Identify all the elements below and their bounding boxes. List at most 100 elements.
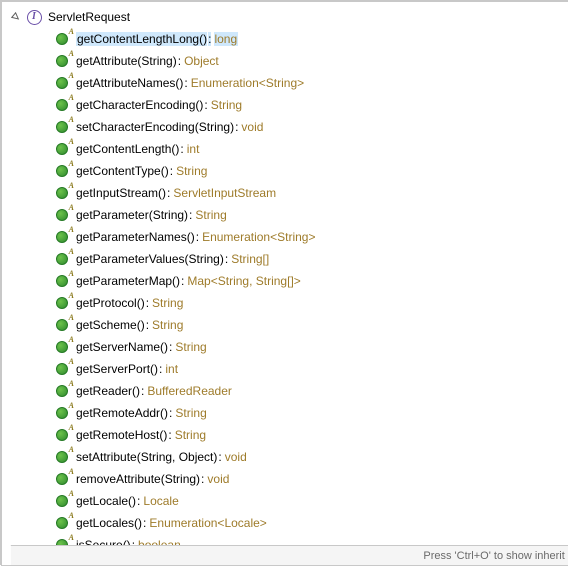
abstract-badge-icon: A [69, 512, 74, 520]
method-icon: A [54, 405, 70, 421]
type-separator: : [196, 230, 199, 244]
abstract-badge-icon: A [69, 94, 74, 102]
abstract-badge-icon: A [69, 380, 74, 388]
method-icon: A [54, 273, 70, 289]
return-type: void [207, 472, 229, 486]
return-type: String[] [231, 252, 269, 266]
type-separator: : [167, 186, 170, 200]
expand-toggle-icon[interactable] [10, 11, 22, 23]
outline-tree[interactable]: ServletRequest AgetContentLengthLong():l… [2, 2, 568, 556]
tree-method-node[interactable]: AgetInputStream():ServletInputStream [10, 182, 568, 204]
type-separator: : [235, 120, 238, 134]
tree-method-node[interactable]: AgetLocales():Enumeration<Locale> [10, 512, 568, 534]
type-separator: : [159, 362, 162, 376]
type-separator: : [181, 274, 184, 288]
return-type: void [241, 120, 263, 134]
return-type: String [195, 208, 226, 222]
status-hint: Press 'Ctrl+O' to show inherit [423, 550, 564, 562]
tree-method-node[interactable]: AgetAttributeNames():Enumeration<String> [10, 72, 568, 94]
tree-method-node[interactable]: AgetServerName():String [10, 336, 568, 358]
method-signature: getParameterMap() [76, 274, 180, 288]
method-icon: A [54, 185, 70, 201]
return-type: void [225, 450, 247, 464]
abstract-badge-icon: A [69, 28, 74, 36]
tree-method-node[interactable]: AsetCharacterEncoding(String):void [10, 116, 568, 138]
tree-method-node[interactable]: AgetProtocol():String [10, 292, 568, 314]
method-signature: getRemoteHost() [76, 428, 167, 442]
method-signature: getContentType() [76, 164, 169, 178]
tree-method-node[interactable]: AremoveAttribute(String):void [10, 468, 568, 490]
method-signature: setCharacterEncoding(String) [76, 120, 234, 134]
tree-method-node[interactable]: AgetAttribute(String):Object [10, 50, 568, 72]
class-name-label: ServletRequest [48, 10, 130, 24]
method-signature: removeAttribute(String) [76, 472, 200, 486]
return-type: String [176, 164, 207, 178]
method-icon: A [54, 53, 70, 69]
method-icon: A [54, 97, 70, 113]
tree-method-node[interactable]: AgetParameter(String):String [10, 204, 568, 226]
method-signature: getRemoteAddr() [76, 406, 168, 420]
abstract-badge-icon: A [69, 138, 74, 146]
return-type: String [152, 318, 183, 332]
type-separator: : [169, 340, 172, 354]
return-type: ServletInputStream [173, 186, 276, 200]
tree-method-node[interactable]: AgetParameterNames():Enumeration<String> [10, 226, 568, 248]
method-icon: A [54, 295, 70, 311]
method-icon: A [54, 119, 70, 135]
method-signature: getContentLengthLong() [76, 32, 207, 46]
tree-method-node[interactable]: AsetAttribute(String, Object): void [10, 446, 568, 468]
return-type: int [165, 362, 178, 376]
return-type: String [175, 406, 206, 420]
return-type: int [187, 142, 200, 156]
tree-method-node[interactable]: AgetScheme():String [10, 314, 568, 336]
return-type: String [175, 428, 206, 442]
abstract-badge-icon: A [69, 314, 74, 322]
type-separator: : [208, 32, 211, 46]
abstract-badge-icon: A [69, 204, 74, 212]
type-separator: : [169, 406, 172, 420]
method-icon: A [54, 141, 70, 157]
tree-method-node[interactable]: AgetParameterMap():Map<String, String[]> [10, 270, 568, 292]
type-separator: : [189, 208, 192, 222]
tree-method-node[interactable]: AgetCharacterEncoding():String [10, 94, 568, 116]
method-icon: A [54, 207, 70, 223]
method-signature: setAttribute(String, Object) [76, 450, 217, 464]
type-separator: : [143, 516, 146, 530]
return-type: Enumeration<String> [191, 76, 304, 90]
tree-method-node[interactable]: AgetContentType():String [10, 160, 568, 182]
abstract-badge-icon: A [69, 50, 74, 58]
type-separator: : [141, 384, 144, 398]
type-separator: : [178, 54, 181, 68]
abstract-badge-icon: A [69, 336, 74, 344]
tree-method-node[interactable]: AgetParameterValues(String):String[] [10, 248, 568, 270]
type-separator: : [146, 318, 149, 332]
method-signature: getCharacterEncoding() [76, 98, 203, 112]
tree-method-node[interactable]: AgetServerPort():int [10, 358, 568, 380]
method-icon: A [54, 449, 70, 465]
method-signature: getLocales() [76, 516, 142, 530]
method-signature: getInputStream() [76, 186, 166, 200]
abstract-badge-icon: A [69, 292, 74, 300]
method-signature: getAttribute(String) [76, 54, 177, 68]
abstract-badge-icon: A [69, 446, 74, 454]
method-icon: A [54, 339, 70, 355]
method-icon: A [54, 163, 70, 179]
method-signature: getServerPort() [76, 362, 158, 376]
method-icon: A [54, 383, 70, 399]
tree-method-node[interactable]: AgetLocale():Locale [10, 490, 568, 512]
status-bar: Press 'Ctrl+O' to show inherit [10, 545, 568, 565]
return-type: Map<String, String[]> [187, 274, 300, 288]
tree-method-node[interactable]: AgetRemoteAddr():String [10, 402, 568, 424]
method-signature: getReader() [76, 384, 140, 398]
tree-method-node[interactable]: AgetRemoteHost():String [10, 424, 568, 446]
tree-class-node[interactable]: ServletRequest [10, 6, 568, 28]
tree-method-node[interactable]: AgetReader():BufferedReader [10, 380, 568, 402]
tree-method-node[interactable]: AgetContentLength():int [10, 138, 568, 160]
method-icon: A [54, 317, 70, 333]
method-icon: A [54, 471, 70, 487]
method-icon: A [54, 31, 70, 47]
tree-method-node[interactable]: AgetContentLengthLong():long [10, 28, 568, 50]
abstract-badge-icon: A [69, 424, 74, 432]
type-separator: : [184, 76, 187, 90]
type-separator: : [218, 450, 221, 464]
